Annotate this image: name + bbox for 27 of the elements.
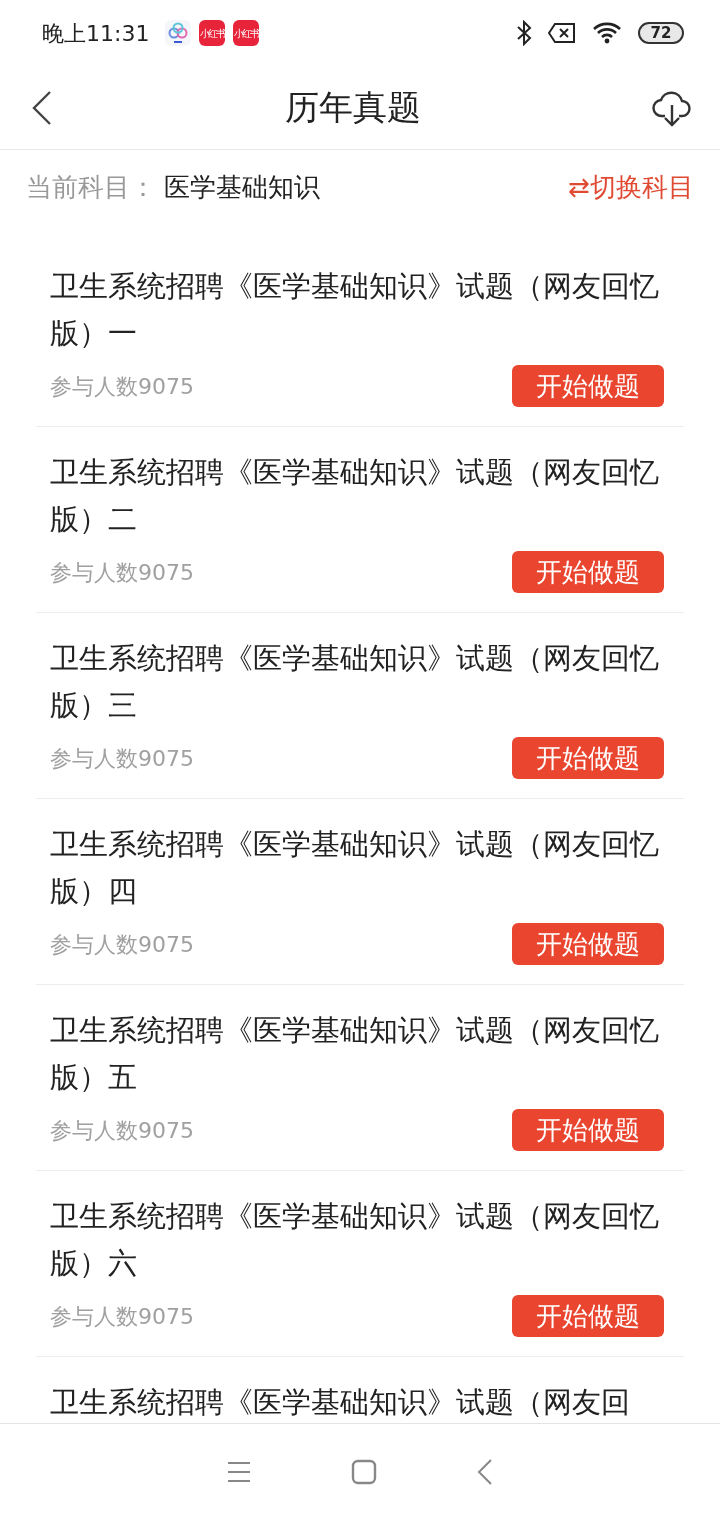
participant-count: 参与人数9075	[50, 558, 194, 587]
subject-name: 医学基础知识	[164, 170, 320, 204]
paper-title[interactable]: 卫生系统招聘《医学基础知识》试题（网友回忆版）六	[50, 1193, 664, 1287]
paper-title[interactable]: 卫生系统招聘《医学基础知识》试题（网友回忆版）三	[50, 635, 664, 729]
start-quiz-button[interactable]: 开始做题	[512, 1109, 664, 1151]
participant-count: 参与人数9075	[50, 372, 194, 401]
switch-subject-link[interactable]: ⇄切换科目	[568, 167, 694, 207]
subject-label: 当前科目：	[26, 170, 156, 204]
paper-title[interactable]: 卫生系统招聘《医学基础知识》试题（网友回忆版）一	[50, 263, 664, 357]
paper-title[interactable]: 卫生系统招聘《医学基础知识》试题（网友回忆版）二	[50, 449, 664, 543]
paper-title[interactable]: 卫生系统招聘《医学基础知识》试题（网友回忆版）五	[50, 1007, 664, 1101]
start-quiz-button[interactable]: 开始做题	[512, 737, 664, 779]
page-title: 历年真题	[285, 86, 421, 129]
start-quiz-button[interactable]: 开始做题	[512, 923, 664, 965]
start-quiz-button[interactable]: 开始做题	[512, 1295, 664, 1337]
app-icon: 小红书	[233, 20, 260, 46]
app-icon: 小红书	[199, 20, 226, 46]
participant-count: 参与人数9075	[50, 930, 194, 959]
status-time: 晚上11:31	[42, 19, 150, 48]
paper-title[interactable]: 卫生系统招聘《医学基础知识》试题（网友回忆版）四	[50, 821, 664, 915]
paper-title[interactable]: 卫生系统招聘《医学基础知识》试题（网友回	[50, 1379, 664, 1423]
battery-indicator: 72	[638, 22, 684, 44]
participant-count: 参与人数9075	[50, 1116, 194, 1145]
participant-count: 参与人数9075	[50, 1302, 194, 1331]
start-quiz-button[interactable]: 开始做题	[512, 365, 664, 407]
start-quiz-button[interactable]: 开始做题	[512, 551, 664, 593]
participant-count: 参与人数9075	[50, 744, 194, 773]
